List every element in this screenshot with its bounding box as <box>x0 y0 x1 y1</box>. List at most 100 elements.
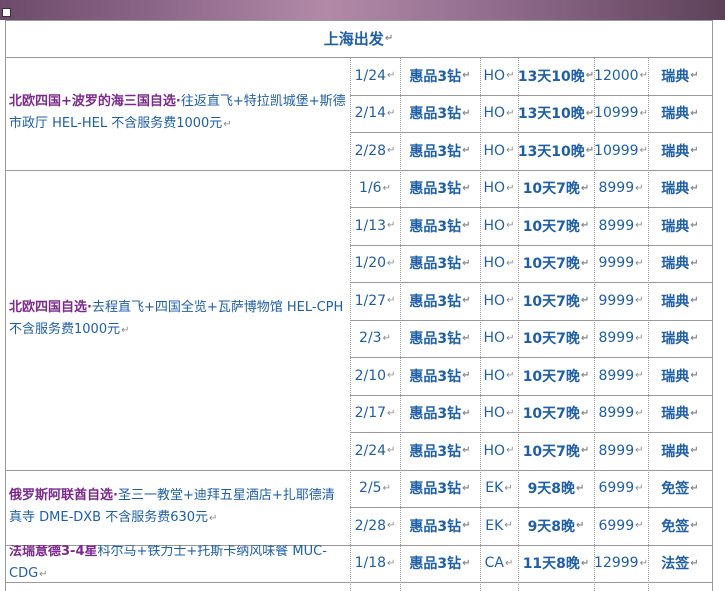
paragraph-mark: ↵ <box>223 118 232 130</box>
airline-cell: HO ↵ <box>480 95 518 133</box>
paragraph-mark: ↵ <box>576 520 585 532</box>
price-cell-text: 6999 <box>598 517 635 534</box>
product-cell-text: 惠品3钻 <box>409 143 462 160</box>
duration-cell-text: 13天10晚 <box>518 143 585 160</box>
product-cell-text: 惠品3钻 <box>409 106 462 123</box>
paragraph-mark: ↵ <box>690 257 699 269</box>
price-cell: 10999 ↵ <box>594 132 648 170</box>
duration-cell-text: 10天7晚 <box>522 406 580 423</box>
product-cell-text: 惠品3钻 <box>409 331 462 348</box>
group-divider <box>5 582 712 583</box>
price-cell: 9999 ↵ <box>594 282 648 320</box>
date-cell: 1/20 ↵ <box>350 245 400 283</box>
price-cell: 8999 ↵ <box>594 207 648 245</box>
paragraph-mark: ↵ <box>121 325 130 336</box>
paragraph-mark: ↵ <box>506 107 515 119</box>
paragraph-mark: ↵ <box>635 257 644 269</box>
group-description-text: 俄罗斯阿联酋自选·圣三一教堂+迪拜五星酒店+扎耶德清真寺 DME-DXB 不含服… <box>9 485 346 530</box>
paragraph-mark: ↵ <box>580 220 590 232</box>
paragraph-mark: ↵ <box>585 107 594 119</box>
duration-cell-text: 10天7晚 <box>522 218 580 235</box>
product-cell: 惠品3钻 ↵ <box>400 95 480 133</box>
duration-cell-text: 10天7晚 <box>522 181 580 198</box>
product-cell-text: 惠品3钻 <box>409 218 462 235</box>
date-cell: 1/18 ↵ <box>350 545 400 583</box>
paragraph-mark: ↵ <box>382 182 391 194</box>
paragraph-mark: ↵ <box>580 557 590 569</box>
paragraph-mark: ↵ <box>635 445 644 457</box>
visa-cell-text: 免签 <box>661 518 690 535</box>
duration-cell-text: 10天7晚 <box>522 331 580 348</box>
paragraph-mark: ↵ <box>580 295 590 307</box>
airline-cell: HO ↵ <box>480 432 518 470</box>
duration-cell-text: 9天8晚 <box>527 481 576 498</box>
duration-cell: 13天10晚 ↵ <box>518 132 594 170</box>
product-cell: 惠品3钻 ↵ <box>400 395 480 433</box>
paragraph-mark: ↵ <box>576 482 585 494</box>
date-cell: 1/27 ↵ <box>350 282 400 320</box>
date-cell-text: 2/28 <box>354 142 387 159</box>
paragraph-mark: ↵ <box>462 107 471 119</box>
duration-cell: 10天7晚 ↵ <box>518 282 594 320</box>
airline-cell: HO ↵ <box>480 245 518 283</box>
product-cell-text: 惠品3钻 <box>409 368 462 385</box>
airline-cell: HO ↵ <box>480 207 518 245</box>
duration-cell: 10天7晚 ↵ <box>518 170 594 208</box>
price-cell: 9999 ↵ <box>594 245 648 283</box>
duration-cell: 13天10晚 ↵ <box>518 57 594 95</box>
paragraph-mark: ↵ <box>39 568 48 580</box>
airline-cell: HO ↵ <box>480 170 518 208</box>
column-divider <box>480 57 481 591</box>
date-cell: 2/28 ↵ <box>350 507 400 545</box>
header-divider <box>5 57 712 58</box>
airline-cell: CA ↵ <box>480 545 518 583</box>
paragraph-mark: ↵ <box>690 557 699 569</box>
paragraph-mark: ↵ <box>504 557 514 569</box>
product-cell-text: 惠品3钻 <box>409 406 462 423</box>
visa-cell: 免签 ↵ <box>648 507 712 545</box>
product-cell: 惠品3钻 ↵ <box>400 132 480 170</box>
visa-cell: 瑞典 ↵ <box>648 357 712 395</box>
paragraph-mark: ↵ <box>462 295 471 307</box>
date-cell: 2/10 ↵ <box>350 357 400 395</box>
group-description-text: 北欧四国+波罗的海三国自选·往返直飞+特拉凯城堡+斯德市政厅 HEL-HEL 不… <box>9 91 346 136</box>
group-description-text: 北欧四国自选·去程直飞+四国全览+瓦萨博物馆 HEL-CPH 不含服务费1000… <box>9 297 346 342</box>
product-cell: 惠品3钻 ↵ <box>400 245 480 283</box>
airline-cell: HO ↵ <box>480 395 518 433</box>
visa-cell: 法签 ↵ <box>648 545 712 583</box>
duration-cell: 9天8晚 ↵ <box>518 507 594 545</box>
column-divider <box>648 57 649 591</box>
date-cell-text: 1/24 <box>354 67 387 84</box>
duration-cell-text: 10天7晚 <box>522 443 580 460</box>
paragraph-mark: ↵ <box>462 332 471 344</box>
product-cell-text: 惠品3钻 <box>409 256 462 273</box>
date-cell: 2/5 ↵ <box>350 470 400 508</box>
group-title: 俄罗斯阿联酋自选· <box>9 487 118 503</box>
paragraph-mark: ↵ <box>506 332 515 344</box>
visa-cell-text: 瑞典 <box>661 368 690 385</box>
paragraph-mark: ↵ <box>462 557 471 569</box>
visa-cell: 瑞典 ↵ <box>648 95 712 133</box>
paragraph-mark: ↵ <box>387 295 396 307</box>
paragraph-mark: ↵ <box>635 295 644 307</box>
group-description: 北欧四国+波罗的海三国自选·往返直飞+特拉凯城堡+斯德市政厅 HEL-HEL 不… <box>5 57 350 170</box>
paragraph-mark: ↵ <box>580 445 590 457</box>
product-cell-text: 惠品3钻 <box>409 481 462 498</box>
product-cell-text: 惠品3钻 <box>409 443 462 460</box>
product-cell: 惠品3钻 ↵ <box>400 282 480 320</box>
duration-cell: 10天7晚 ↵ <box>518 395 594 433</box>
paragraph-mark: ↵ <box>462 520 471 532</box>
airline-cell-text: HO <box>483 442 506 459</box>
airline-cell: EK ↵ <box>480 470 518 508</box>
visa-cell: 瑞典 ↵ <box>648 132 712 170</box>
product-cell: 惠品3钻 ↵ <box>400 170 480 208</box>
price-cell-text: 9999 <box>598 292 635 309</box>
product-cell: 惠品3钻 ↵ <box>400 320 480 358</box>
product-cell-text: 惠品3钻 <box>409 293 462 310</box>
paragraph-mark: ↵ <box>506 145 515 157</box>
airline-cell-text: HO <box>483 330 506 347</box>
paragraph-mark: ↵ <box>635 182 644 194</box>
price-cell: 12999 ↵ <box>594 545 648 583</box>
date-cell-text: 2/5 <box>359 480 382 497</box>
paragraph-mark: ↵ <box>690 182 699 194</box>
